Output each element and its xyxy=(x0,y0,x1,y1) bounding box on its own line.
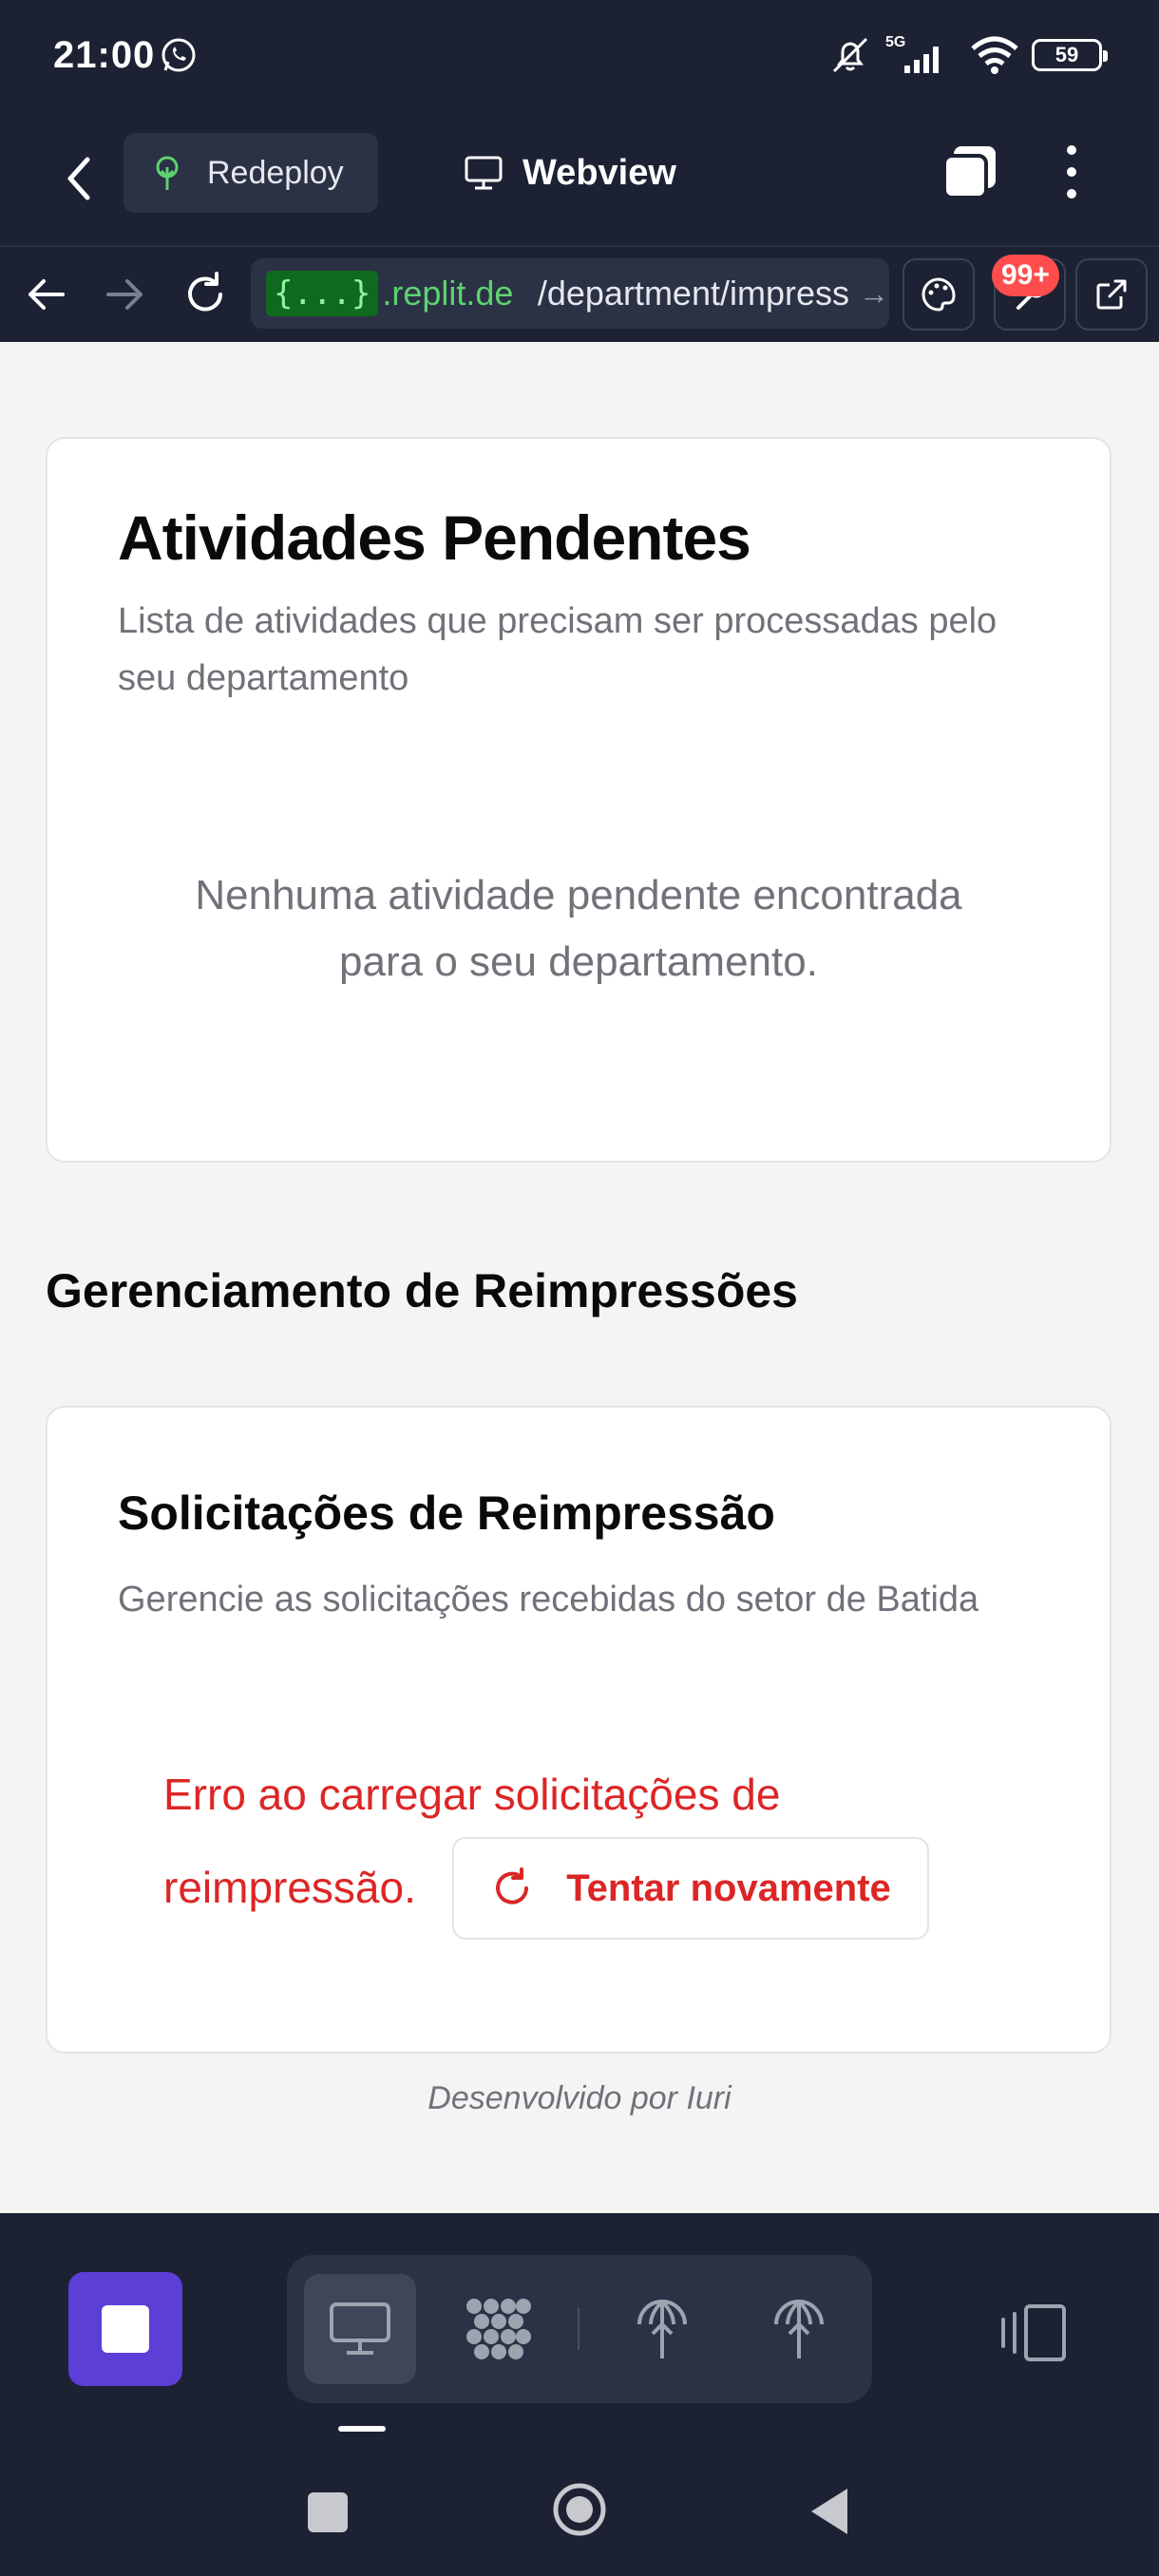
notification-badge: 99+ xyxy=(992,255,1059,296)
pending-activities-card: Atividades Pendentes Lista de atividades… xyxy=(46,437,1112,1163)
empty-message-line1: Nenhuma atividade pendente encontrada xyxy=(195,872,962,919)
whatsapp-icon xyxy=(162,38,196,72)
browser-back-icon[interactable] xyxy=(19,268,72,321)
agent-pane-button[interactable] xyxy=(443,2274,555,2384)
pane-divider xyxy=(578,2308,580,2350)
error-message-line2: reimpressão. xyxy=(163,1863,416,1912)
deploy-tree-icon xyxy=(637,2300,687,2358)
pending-title: Atividades Pendentes xyxy=(118,502,751,573)
url-go-arrow[interactable]: → xyxy=(859,276,889,312)
monitor-icon xyxy=(330,2302,390,2355)
status-time: 21:00 xyxy=(53,34,156,76)
empty-message-line2: para o seu departamento. xyxy=(339,938,818,985)
reprint-card-title: Solicitações de Reimpressão xyxy=(118,1487,775,1540)
stop-icon xyxy=(102,2305,149,2353)
redeploy-button[interactable]: Redeploy xyxy=(124,133,378,213)
reprint-section-heading: Gerenciamento de Reimpressões xyxy=(46,1264,798,1317)
retry-label: Tentar novamente xyxy=(566,1866,891,1909)
pending-description: Lista de atividades que precisam ser pro… xyxy=(118,601,998,698)
bottom-app-bar xyxy=(0,2213,1159,2451)
layout-toggle-icon[interactable] xyxy=(998,2301,1070,2365)
deploy-pane-button-2[interactable] xyxy=(743,2274,855,2384)
more-options-icon[interactable] xyxy=(1054,141,1089,203)
deploy-pane-button[interactable] xyxy=(606,2274,718,2384)
retry-button[interactable]: Tentar novamente xyxy=(452,1837,929,1940)
redeploy-label: Redeploy xyxy=(207,154,344,191)
dots-cluster-icon xyxy=(466,2299,531,2359)
wifi-icon xyxy=(971,36,1018,74)
monitor-icon xyxy=(465,156,503,190)
deploy-tree-icon xyxy=(156,156,179,190)
footer-credit: Desenvolvido por Iuri xyxy=(428,2080,732,2116)
error-message-line1: Erro ao carregar solicitações de xyxy=(163,1770,781,1819)
status-bar: 21:00 5G 59 xyxy=(0,0,1159,112)
back-chevron-icon[interactable] xyxy=(55,150,103,207)
app-header: Redeploy Webview xyxy=(0,112,1159,245)
status-icons: 5G 59 xyxy=(828,32,1108,78)
url-bar[interactable]: {...} .replit.de /department/impress → xyxy=(251,258,889,329)
reprint-requests-card: Solicitações de Reimpressão Gerencie as … xyxy=(46,1406,1112,2054)
url-path: /department/impress xyxy=(537,274,849,313)
battery-indicator: 59 xyxy=(1032,39,1108,71)
reload-icon[interactable] xyxy=(179,268,232,321)
url-braces: {...} xyxy=(266,271,379,316)
reprint-card-description: Gerencie as solicitações recebidas do se… xyxy=(118,1580,979,1619)
webview-label: Webview xyxy=(522,152,676,193)
home-icon[interactable] xyxy=(551,2481,608,2538)
open-external-button[interactable] xyxy=(1075,258,1148,331)
active-pane-indicator xyxy=(338,2426,386,2432)
tabs-icon[interactable] xyxy=(939,141,1001,203)
system-back-icon[interactable] xyxy=(808,2485,851,2538)
webview-tab[interactable]: Webview xyxy=(464,133,676,213)
palette-icon xyxy=(922,277,956,312)
external-link-icon xyxy=(1096,279,1127,310)
signal-icon: 5G xyxy=(885,34,939,73)
stop-button[interactable] xyxy=(68,2272,182,2386)
network-type: 5G xyxy=(885,34,905,50)
url-host: .replit.de xyxy=(382,274,514,313)
browser-forward-icon[interactable] xyxy=(99,268,152,321)
webview-content: Atividades Pendentes Lista de atividades… xyxy=(0,342,1159,2213)
mute-bell-icon xyxy=(832,37,868,73)
refresh-icon xyxy=(496,1867,529,1904)
webview-pane-button[interactable] xyxy=(304,2274,416,2384)
palette-button[interactable] xyxy=(902,258,975,331)
deploy-tree-icon xyxy=(774,2300,824,2358)
pane-switcher xyxy=(287,2255,872,2403)
browser-toolbar: {...} .replit.de /department/impress → 9… xyxy=(0,245,1159,342)
recent-apps-icon[interactable] xyxy=(308,2492,348,2532)
android-navigation-bar xyxy=(0,2451,1159,2576)
